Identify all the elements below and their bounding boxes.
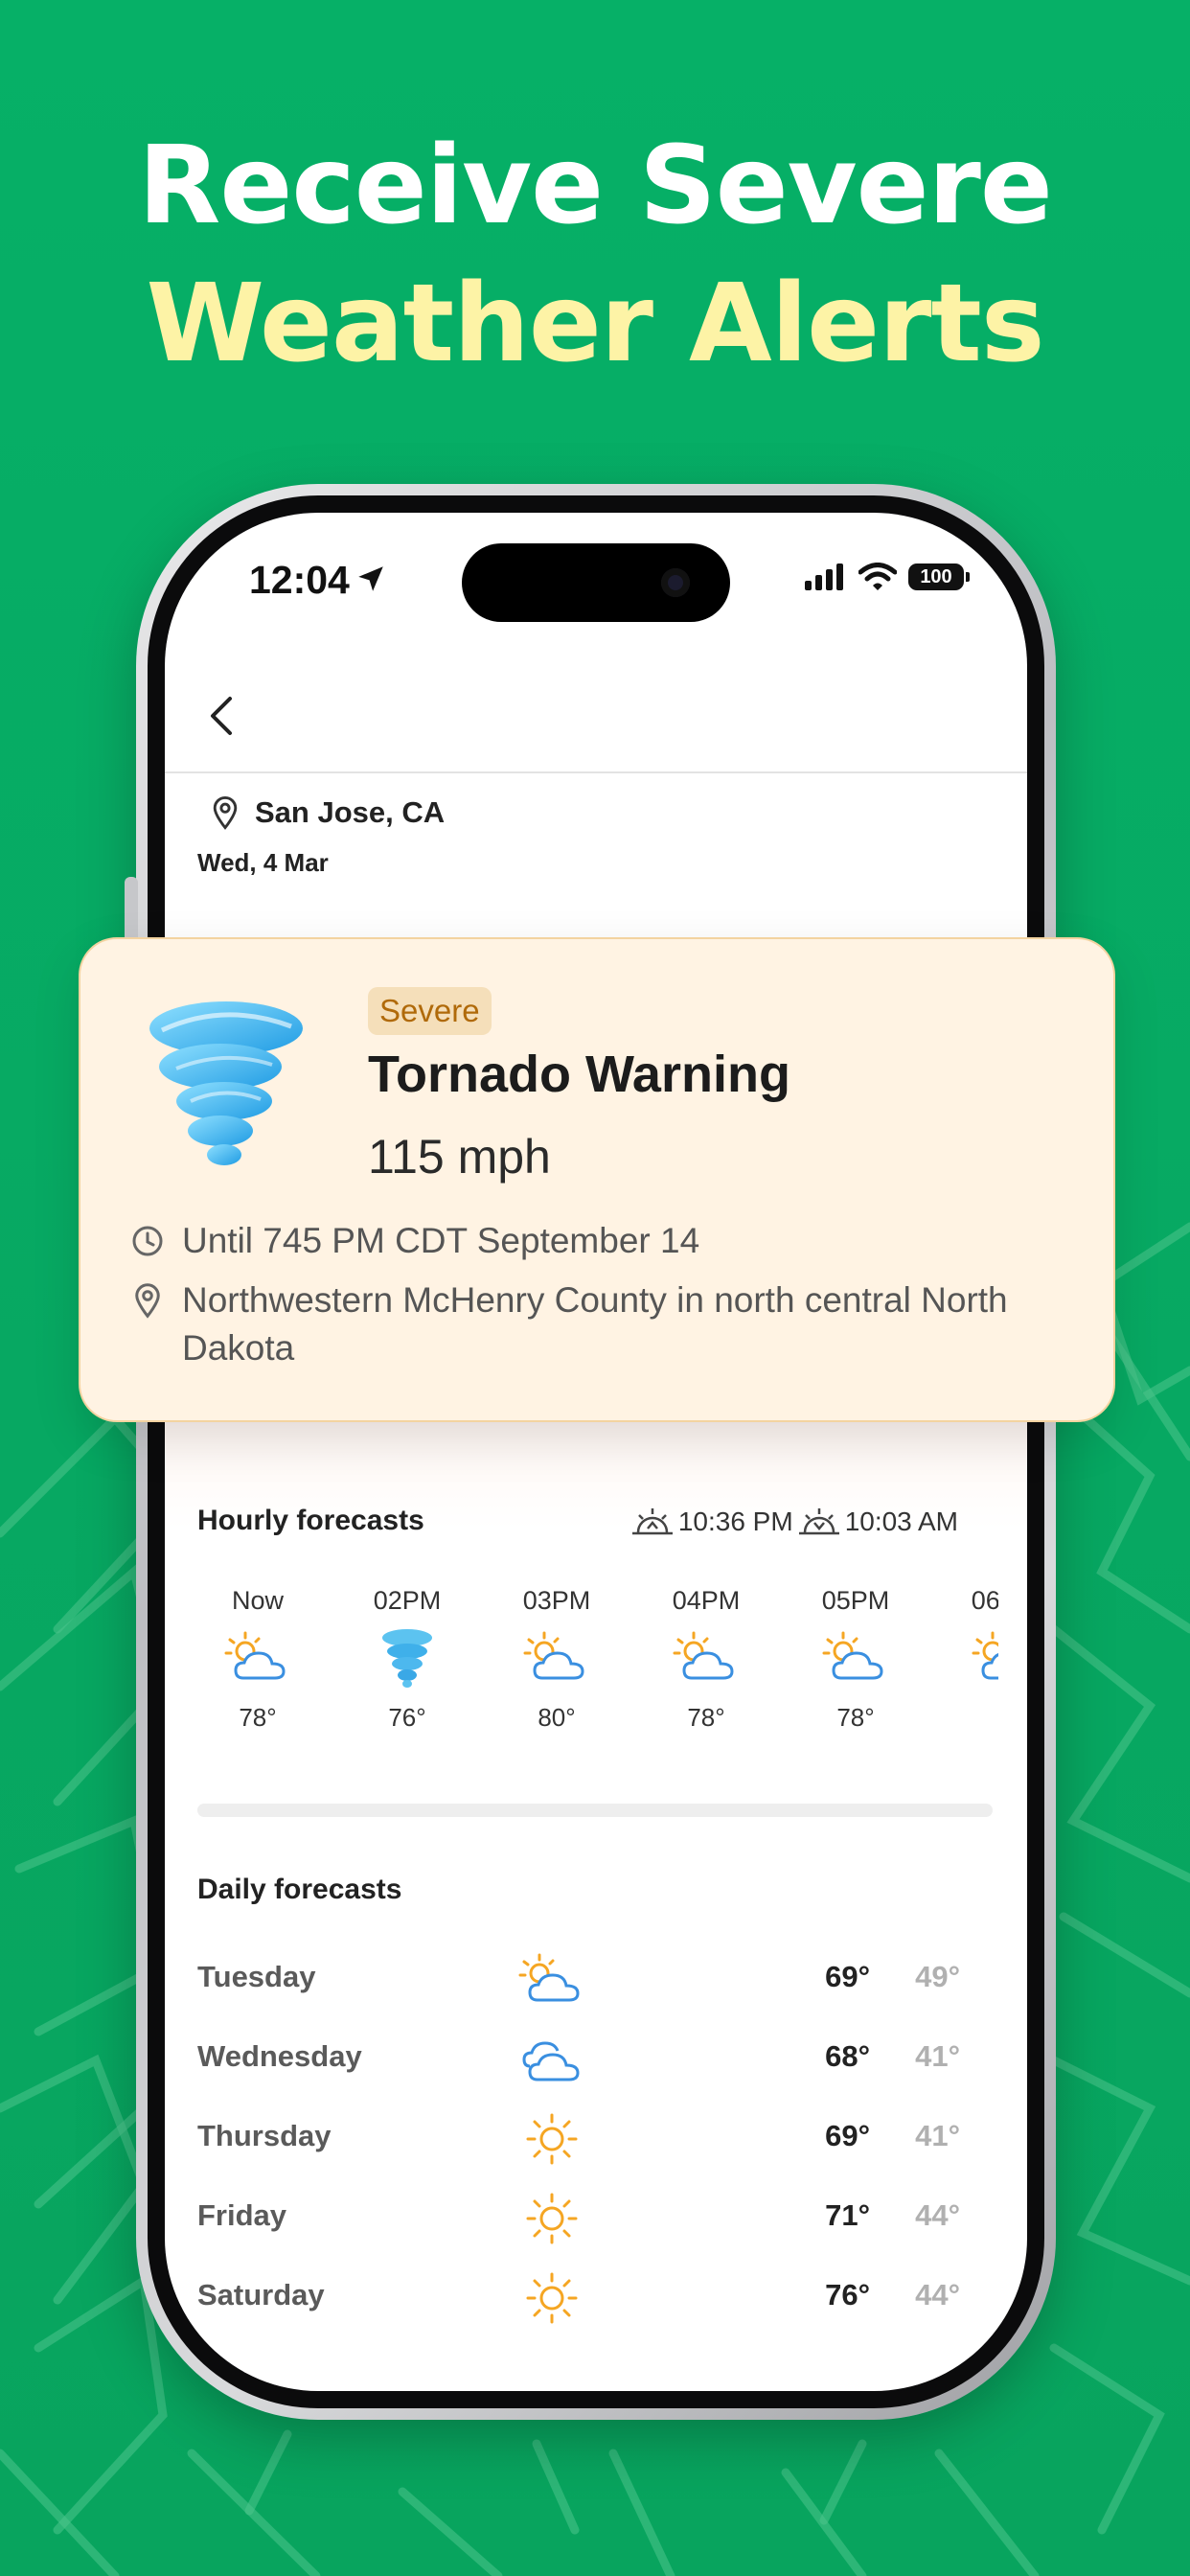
partly-cloudy-icon <box>224 1631 286 1680</box>
hour-temp: 78° <box>836 1703 875 1732</box>
section-divider <box>197 1804 993 1817</box>
battery-tip <box>966 572 970 582</box>
current-date: Wed, 4 Mar <box>197 848 329 877</box>
location-pin-icon <box>213 796 238 830</box>
dynamic-island <box>462 543 730 622</box>
severe-alert-card[interactable]: Severe Tornado Warning 115 mph Until 745… <box>79 937 1115 1422</box>
day-low-temp: 44° <box>915 2278 960 2312</box>
hour-temp: 76° <box>388 1703 426 1732</box>
day-name: Wednesday <box>197 2039 362 2073</box>
day-high-temp: 69° <box>825 1960 870 1993</box>
hour-time: 04PM <box>672 1586 741 1615</box>
cloudy-icon <box>522 2041 580 2082</box>
severity-badge: Severe <box>368 987 492 1035</box>
day-name: Friday <box>197 2198 287 2232</box>
day-low-temp: 44° <box>915 2198 960 2232</box>
daily-forecasts-title: Daily forecasts <box>197 1874 402 1905</box>
daily-row[interactable]: Friday 71° 44° <box>197 2185 993 2252</box>
promo-headline-line1: Receive Severe <box>138 124 1053 248</box>
hour-temp: 80° <box>538 1703 576 1732</box>
wind-speed: 115 mph <box>368 1130 551 1184</box>
alert-area: Northwestern McHenry County in north cen… <box>182 1280 1008 1368</box>
hourly-item: 05PM 78° <box>798 1586 913 1733</box>
alert-until: Until 745 PM CDT September 14 <box>182 1221 700 1260</box>
day-high-temp: 68° <box>825 2039 870 2073</box>
day-name: Saturday <box>197 2278 325 2312</box>
alert-time-row: Until 745 PM CDT September 14 <box>128 1217 1044 1265</box>
nav-bar <box>165 637 1027 773</box>
sunset-icon <box>798 1508 839 1535</box>
day-high-temp: 71° <box>825 2198 870 2232</box>
partly-cloudy-icon <box>518 1953 580 2002</box>
sun-times: 10:36 PM 10:03 AM <box>631 1506 958 1537</box>
sun-icon <box>526 2193 578 2244</box>
sun-icon <box>526 2113 578 2165</box>
camera-lens <box>661 568 690 597</box>
wifi-icon <box>858 563 897 590</box>
hourly-item: 03PM 80° <box>499 1586 614 1733</box>
daily-row[interactable]: Saturday 76° 44° <box>197 2265 993 2332</box>
hour-time: 02PM <box>373 1586 442 1615</box>
hour-time: Now <box>231 1586 284 1615</box>
day-name: Tuesday <box>197 1960 316 1993</box>
location-arrow-icon <box>358 566 383 591</box>
sunrise-time: 10:36 PM <box>677 1506 793 1536</box>
daily-row[interactable]: Tuesday 69° 49° <box>197 1946 993 2013</box>
sunset-time: 10:03 AM <box>844 1506 958 1536</box>
hour-time: 06PM <box>971 1586 998 1615</box>
hour-time: 03PM <box>522 1586 591 1615</box>
hourly-item: 02PM 76° <box>350 1586 465 1733</box>
alert-area-row: Northwestern McHenry County in north cen… <box>128 1276 1044 1372</box>
chevron-left-icon[interactable] <box>203 695 241 737</box>
location-row: San Jose, CA <box>211 795 445 830</box>
tornado-icon <box>382 1629 432 1688</box>
day-low-temp: 49° <box>915 1960 960 1993</box>
phone-screen: 12:04 100 San Jose, CA Wed, 4 Mar Hourly… <box>165 513 1027 2391</box>
hour-time: 05PM <box>821 1586 890 1615</box>
day-low-temp: 41° <box>915 2039 960 2073</box>
partly-cloudy-icon <box>523 1631 584 1680</box>
day-high-temp: 69° <box>825 2119 870 2152</box>
alert-title: Tornado Warning <box>368 1046 790 1103</box>
daily-row[interactable]: Thursday 69° 41° <box>197 2105 993 2173</box>
hour-temp: 78° <box>687 1703 725 1732</box>
hourly-item: 04PM 78° <box>649 1586 764 1733</box>
day-low-temp: 41° <box>915 2119 960 2152</box>
partly-cloudy-icon <box>673 1631 734 1680</box>
day-high-temp: 76° <box>825 2278 870 2312</box>
hourly-forecasts-title: Hourly forecasts <box>197 1505 424 1536</box>
status-icons: 100 <box>805 563 970 591</box>
location-pin-icon <box>135 1283 160 1319</box>
sunrise-icon <box>631 1508 673 1535</box>
tornado-icon <box>149 1001 303 1165</box>
daily-row[interactable]: Wednesday 68° 41° <box>197 2026 993 2093</box>
hourly-item: 06PM 7 <box>948 1586 998 1733</box>
clock-icon <box>132 1226 163 1256</box>
location-name: San Jose, CA <box>255 795 446 829</box>
promo-headline-line2: Weather Alerts <box>146 262 1044 386</box>
hourly-item: Now 78° <box>200 1586 315 1733</box>
hourly-strip[interactable]: Now 78° 02PM 76° 03PM 80° 04PM 78° 05PM … <box>165 1586 998 1749</box>
signal-icon <box>805 564 843 590</box>
status-time: 12:04 <box>249 558 350 602</box>
sun-icon <box>526 2272 578 2324</box>
hour-temp: 78° <box>239 1703 277 1732</box>
partly-cloudy-icon <box>822 1631 883 1680</box>
battery-indicator: 100 <box>908 564 964 590</box>
day-name: Thursday <box>197 2119 332 2152</box>
hour-temp: 7 <box>948 1703 999 1733</box>
partly-cloudy-icon <box>972 1631 998 1680</box>
